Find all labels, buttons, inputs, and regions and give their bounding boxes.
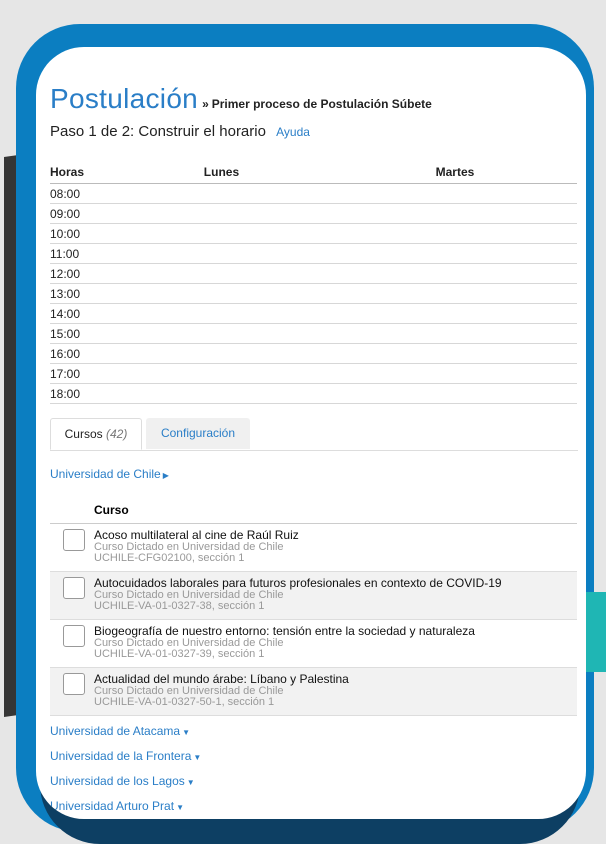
university-label: Universidad Arturo Prat: [50, 799, 175, 813]
step-indicator: Paso 1 de 2: Construir el horario Ayuda: [50, 123, 578, 140]
course-row: Biogeografía de nuestro entorno: tensión…: [50, 620, 577, 668]
university-toggle[interactable]: Universidad de Atacama ▼: [50, 724, 578, 738]
schedule-row: 15:00: [50, 323, 577, 344]
university-label: Universidad de la Frontera: [50, 749, 192, 763]
university-toggle[interactable]: Universidad Arturo Prat ▼: [50, 799, 578, 813]
page-subtitle: Primer proceso de Postulación Súbete: [211, 97, 432, 111]
slot-monday: [110, 303, 333, 324]
slot-tuesday: [332, 223, 577, 244]
tab-courses[interactable]: Cursos (42): [50, 418, 142, 450]
slot-monday: [110, 263, 333, 284]
hour-label: 14:00: [50, 303, 110, 324]
slot-tuesday: [332, 343, 577, 364]
slot-tuesday: [332, 303, 577, 324]
course-column-header: Curso: [50, 503, 577, 524]
slot-tuesday: [332, 263, 577, 284]
university-toggle[interactable]: Universidad de la Frontera ▼: [50, 749, 578, 763]
course-checkbox[interactable]: [63, 625, 85, 647]
hour-label: 08:00: [50, 183, 110, 204]
slot-tuesday: [332, 183, 577, 204]
schedule-row: 11:00: [50, 243, 577, 264]
caret-down-icon: ▼: [193, 753, 202, 762]
column-header-tuesday: Martes: [332, 162, 577, 184]
course-row: Acoso multilateral al cine de Raúl Ruiz …: [50, 524, 577, 572]
course-table: Curso Acoso multilateral al cine de Raúl…: [50, 503, 577, 716]
slot-monday: [110, 243, 333, 264]
course-checkbox[interactable]: [63, 529, 85, 551]
slot-tuesday: [332, 243, 577, 264]
hour-label: 16:00: [50, 343, 110, 364]
hour-label: 15:00: [50, 323, 110, 344]
slot-monday: [110, 383, 333, 404]
university-label: Universidad de Atacama: [50, 724, 181, 738]
slot-monday: [110, 223, 333, 244]
caret-down-icon: ▼: [176, 803, 184, 812]
help-link[interactable]: Ayuda: [276, 125, 310, 139]
slot-monday: [110, 283, 333, 304]
course-row: Actualidad del mundo árabe: Líbano y Pal…: [50, 668, 577, 716]
slot-tuesday: [332, 203, 577, 224]
hour-label: 10:00: [50, 223, 110, 244]
tab-bar: Cursos (42) Configuración: [50, 418, 578, 451]
tab-courses-label: Cursos: [64, 427, 103, 441]
course-name: Acoso multilateral al cine de Raúl Ruiz: [94, 528, 299, 542]
hour-label: 11:00: [50, 243, 110, 264]
course-checkbox[interactable]: [63, 577, 85, 599]
step-label: Paso 1 de 2: Construir el horario: [50, 123, 266, 140]
caret-right-icon: ▶: [162, 471, 169, 480]
hour-label: 18:00: [50, 383, 110, 404]
slot-monday: [110, 363, 333, 384]
schedule-row: 12:00: [50, 263, 577, 284]
page-content: Postulación » Primer proceso de Postulac…: [50, 83, 578, 819]
course-checkbox[interactable]: [63, 673, 85, 695]
column-header-hours: Horas: [50, 162, 110, 184]
schedule-header-row: Horas Lunes Martes: [50, 162, 577, 184]
schedule-row: 13:00: [50, 283, 577, 304]
course-name: Biogeografía de nuestro entorno: tensión…: [94, 624, 475, 638]
university-toggle[interactable]: Universidad de los Lagos ▼: [50, 774, 578, 788]
schedule-row: 10:00: [50, 223, 577, 244]
schedule-table: Horas Lunes Martes 08:00 09:00 10:00 11:…: [50, 162, 577, 404]
university-list: Universidad de Atacama ▼ Universidad de l…: [50, 724, 578, 813]
schedule-row: 14:00: [50, 303, 577, 324]
slot-monday: [110, 343, 333, 364]
slot-monday: [110, 203, 333, 224]
course-code: UCHILE-VA-01-0327-39, sección 1: [94, 648, 265, 660]
caret-down-icon: ▼: [186, 778, 195, 787]
column-header-monday: Lunes: [110, 162, 333, 184]
course-row: Autocuidados laborales para futuros prof…: [50, 572, 577, 620]
slot-tuesday: [332, 383, 577, 404]
university-label: Universidad de Chile: [50, 467, 161, 481]
schedule-row: 17:00: [50, 363, 577, 384]
schedule-row: 18:00: [50, 383, 577, 404]
screen-card: Postulación » Primer proceso de Postulac…: [36, 47, 586, 819]
schedule-row: 08:00: [50, 183, 577, 204]
course-code: UCHILE-VA-01-0327-38, sección 1: [94, 600, 265, 612]
caret-down-icon: ▼: [182, 728, 190, 737]
page-title: Postulación: [50, 83, 199, 114]
schedule-row: 09:00: [50, 203, 577, 224]
schedule-row: 16:00: [50, 343, 577, 364]
course-code: UCHILE-CFG02100, sección 1: [94, 552, 245, 564]
tab-courses-count: (42): [106, 427, 128, 441]
tab-configuration[interactable]: Configuración: [146, 418, 250, 449]
slot-monday: [110, 183, 333, 204]
slot-monday: [110, 323, 333, 344]
hour-label: 12:00: [50, 263, 110, 284]
university-toggle-selected[interactable]: Universidad de Chile ▶: [50, 467, 578, 481]
slot-tuesday: [332, 323, 577, 344]
hour-label: 09:00: [50, 203, 110, 224]
page-header: Postulación » Primer proceso de Postulac…: [50, 83, 578, 115]
slot-tuesday: [332, 283, 577, 304]
course-name: Actualidad del mundo árabe: Líbano y Pal…: [94, 672, 349, 686]
course-code: UCHILE-VA-01-0327-50-1, sección 1: [94, 696, 275, 708]
course-name: Autocuidados laborales para futuros prof…: [94, 576, 502, 590]
slot-tuesday: [332, 363, 577, 384]
hour-label: 13:00: [50, 283, 110, 304]
hour-label: 17:00: [50, 363, 110, 384]
university-label: Universidad de los Lagos: [50, 774, 185, 788]
breadcrumb-separator: »: [202, 97, 209, 111]
